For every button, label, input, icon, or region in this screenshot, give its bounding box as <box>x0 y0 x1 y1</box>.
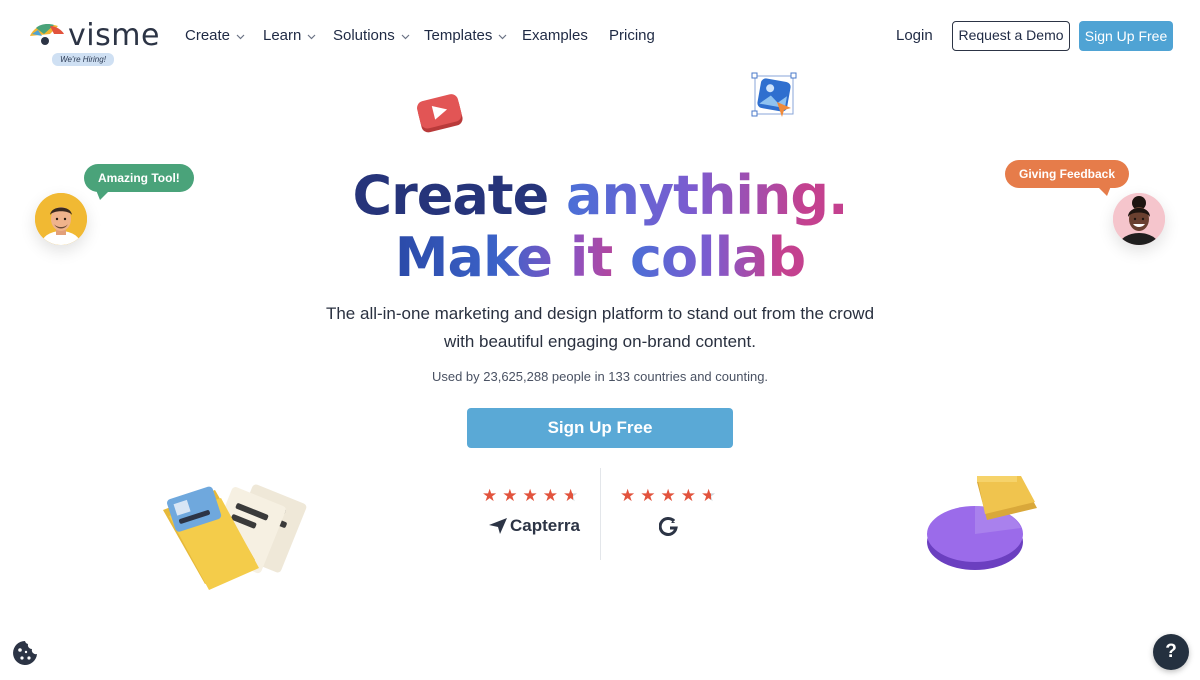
capterra-logo-icon <box>489 518 507 534</box>
chevron-down-icon <box>307 34 316 39</box>
star-icon: ★ <box>620 486 641 505</box>
hero-title-highlight: anything. <box>566 164 848 227</box>
hero-title-line-2: Make it collab <box>0 226 1200 289</box>
top-navigation: visme We're Hiring! Create Learn Solutio… <box>0 0 1200 72</box>
nav-solutions[interactable]: Solutions <box>333 27 410 44</box>
hiring-badge[interactable]: We're Hiring! <box>52 53 114 66</box>
hero-title-highlight: collab <box>629 226 806 289</box>
hero-title-part: Make it <box>394 226 630 289</box>
ratings-section: ★★★★★ Capterra ★★★★★ 2 <box>470 468 730 560</box>
nav-create[interactable]: Create <box>185 27 245 44</box>
hero-subtitle-line: The all-in-one marketing and design plat… <box>325 304 875 323</box>
chevron-down-icon <box>236 34 245 39</box>
hero-title-line-1: Create anything. <box>0 164 1200 227</box>
signup-button-hero[interactable]: Sign Up Free <box>467 408 733 448</box>
nav-create-label: Create <box>185 27 231 44</box>
hero-title-part: Create <box>352 164 567 227</box>
chevron-down-icon <box>498 34 507 39</box>
star-icon: ★ <box>640 486 661 505</box>
capterra-logo[interactable]: Capterra <box>488 516 580 536</box>
image-select-icon <box>751 72 797 117</box>
g2-logo-icon[interactable]: 2 <box>659 516 679 536</box>
usage-stat: Used by 23,625,288 people in 133 countri… <box>431 369 769 384</box>
request-demo-button[interactable]: Request a Demo <box>952 21 1070 51</box>
nav-pricing[interactable]: Pricing <box>609 27 655 44</box>
half-star-icon: ★ <box>701 486 722 505</box>
nav-learn-label: Learn <box>263 27 302 44</box>
visme-logo-icon <box>30 24 64 45</box>
star-icon: ★ <box>522 486 543 505</box>
star-icon: ★ <box>502 486 523 505</box>
nav-examples-label: Examples <box>522 27 588 44</box>
nav-pricing-label: Pricing <box>609 27 655 44</box>
divider <box>600 468 601 560</box>
hero-subtitle: The all-in-one marketing and design plat… <box>0 300 1200 356</box>
star-icon: ★ <box>482 486 503 505</box>
chevron-down-icon <box>401 34 410 39</box>
visme-logo[interactable]: visme We're Hiring! <box>28 18 160 68</box>
svg-text:2: 2 <box>671 518 675 525</box>
hero-subtitle-line: with beautiful engaging on-brand content… <box>444 332 756 351</box>
g2-stars: ★★★★★ <box>620 486 721 506</box>
star-icon: ★ <box>680 486 701 505</box>
logo-wordmark: visme <box>68 18 160 53</box>
login-link[interactable]: Login <box>896 27 933 44</box>
nav-templates[interactable]: Templates <box>424 27 507 44</box>
nav-solutions-label: Solutions <box>333 27 395 44</box>
signup-button-header[interactable]: Sign Up Free <box>1079 21 1173 51</box>
video-play-icon <box>417 94 463 133</box>
help-button[interactable]: ? <box>1153 634 1189 670</box>
star-icon: ★ <box>660 486 681 505</box>
cookie-settings-icon[interactable] <box>11 639 39 667</box>
nav-examples[interactable]: Examples <box>522 27 588 44</box>
nav-templates-label: Templates <box>424 27 493 44</box>
pie-chart-illustration-icon <box>927 476 1037 570</box>
capterra-stars: ★★★★★ <box>482 486 583 506</box>
star-icon: ★ <box>542 486 563 505</box>
nav-learn[interactable]: Learn <box>263 27 316 44</box>
half-star-icon: ★ <box>563 486 584 505</box>
capterra-label: Capterra <box>510 516 580 535</box>
folder-illustration-icon <box>163 484 307 590</box>
